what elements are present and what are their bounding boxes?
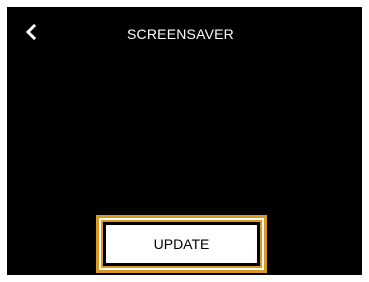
update-button-frame: UPDATE bbox=[101, 220, 262, 268]
update-button[interactable]: UPDATE bbox=[106, 225, 257, 263]
page-title: SCREENSAVER bbox=[127, 26, 234, 42]
screensaver-screen: SCREENSAVER UPDATE bbox=[7, 7, 362, 275]
update-button-focus-ring: UPDATE bbox=[96, 215, 267, 273]
